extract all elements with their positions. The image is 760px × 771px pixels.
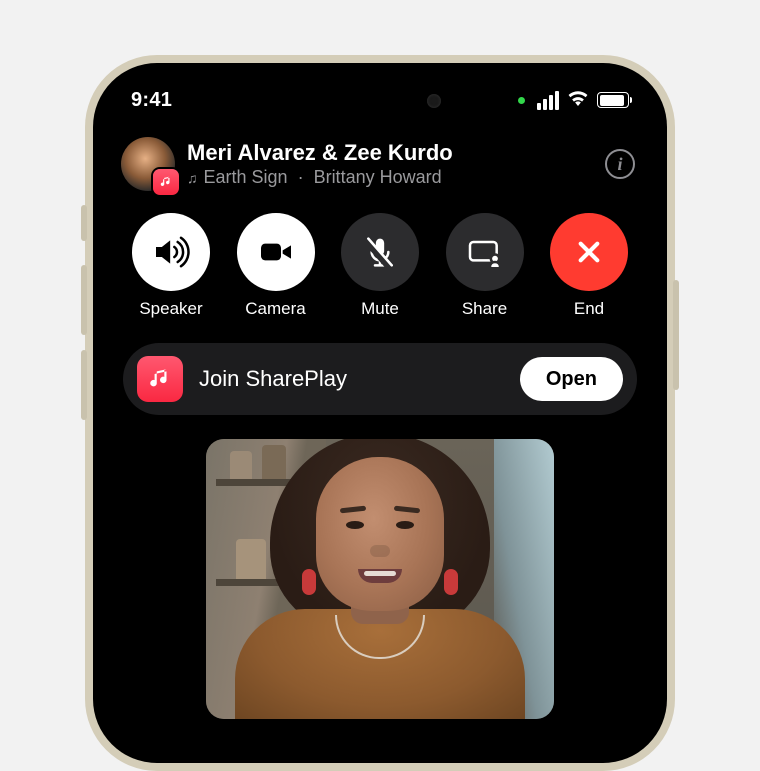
apple-music-icon [137, 356, 183, 402]
camera-icon [256, 232, 296, 272]
header-text: Meri Alvarez & Zee Kurdo ♫ Earth Sign · … [187, 140, 593, 188]
phone-frame: 9:41 Meri Alvarez & Zee Kurdo [85, 55, 675, 771]
song-title: Earth Sign [204, 167, 288, 188]
mute-label: Mute [361, 299, 399, 319]
volume-up-button [81, 265, 87, 335]
now-playing: ♫ Earth Sign · Brittany Howard [187, 167, 593, 188]
shareplay-banner: Join SharePlay Open [123, 343, 637, 415]
end-call-button[interactable] [550, 213, 628, 291]
open-button[interactable]: Open [520, 357, 623, 401]
call-header: Meri Alvarez & Zee Kurdo ♫ Earth Sign · … [113, 129, 647, 191]
status-time: 9:41 [131, 89, 172, 112]
camera-label: Camera [245, 299, 305, 319]
music-app-badge-icon [153, 169, 179, 195]
speaker-label: Speaker [139, 299, 202, 319]
status-indicators [518, 90, 629, 111]
end-label: End [574, 299, 604, 319]
separator: · [298, 167, 304, 188]
speaker-icon [151, 232, 191, 272]
camera-button[interactable] [237, 213, 315, 291]
close-icon [569, 232, 609, 272]
music-note-icon: ♫ [187, 170, 198, 186]
shareplay-title: Join SharePlay [199, 366, 504, 392]
mute-control: Mute [332, 213, 428, 319]
share-screen-icon [465, 232, 505, 272]
participant-portrait [235, 459, 525, 719]
end-control: End [541, 213, 637, 319]
avatar[interactable] [121, 137, 175, 191]
cellular-icon [537, 91, 559, 110]
phone-screen: 9:41 Meri Alvarez & Zee Kurdo [93, 63, 667, 763]
info-button[interactable]: i [605, 149, 635, 179]
dynamic-island [305, 81, 455, 121]
participants-label: Meri Alvarez & Zee Kurdo [187, 140, 593, 165]
wifi-icon [567, 90, 589, 111]
side-button [81, 205, 87, 241]
mute-button[interactable] [341, 213, 419, 291]
power-button [673, 280, 679, 390]
share-button[interactable] [446, 213, 524, 291]
camera-in-use-indicator [518, 97, 525, 104]
battery-icon [597, 92, 629, 108]
front-camera [427, 94, 441, 108]
share-label: Share [462, 299, 507, 319]
call-controls: Speaker Camera [113, 191, 647, 319]
mute-icon [360, 232, 400, 272]
volume-down-button [81, 350, 87, 420]
speaker-control: Speaker [123, 213, 219, 319]
camera-control: Camera [228, 213, 324, 319]
participant-video-tile[interactable] [206, 439, 554, 719]
share-control: Share [437, 213, 533, 319]
open-button-label: Open [546, 368, 597, 391]
artist-name: Brittany Howard [314, 167, 442, 188]
speaker-button[interactable] [132, 213, 210, 291]
